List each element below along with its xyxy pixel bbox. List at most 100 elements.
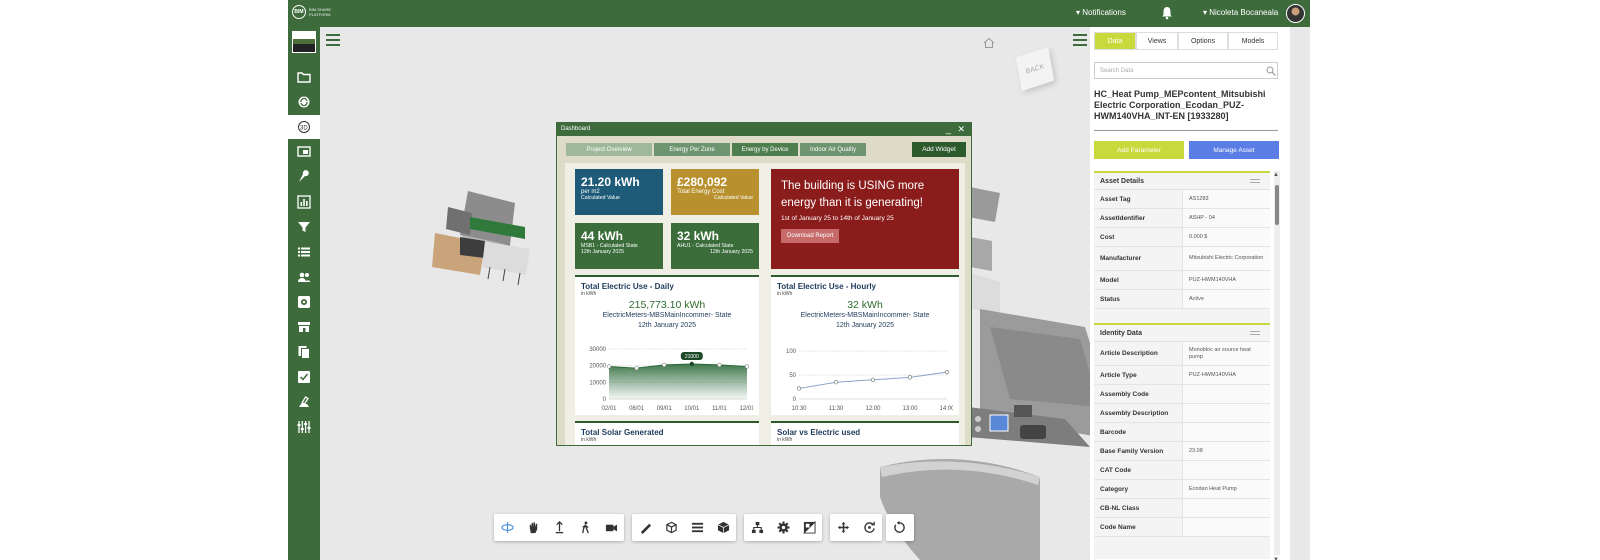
properties-tool[interactable] — [796, 514, 822, 541]
search-icon[interactable] — [1266, 66, 1276, 76]
collapse-icon[interactable] — [1250, 331, 1260, 335]
property-row[interactable]: Article Type PUZ-HWM140VHA — [1094, 366, 1270, 385]
model-browser-tool[interactable] — [744, 514, 770, 541]
brand-logo[interactable]: BIM BIM SHARE PLATFORM — [292, 5, 345, 19]
rotate-tool[interactable] — [856, 514, 882, 541]
notifications-menu[interactable]: ▾ Notifications — [1076, 8, 1126, 17]
measure-tool[interactable] — [632, 514, 658, 541]
svg-text:3D: 3D — [300, 126, 308, 132]
tab-views[interactable]: Views — [1136, 32, 1178, 50]
property-row[interactable]: Cost 0.000 $ — [1094, 228, 1270, 247]
asset-details-header[interactable]: Asset Details — [1094, 173, 1270, 190]
sidebar-item-settings[interactable] — [288, 290, 320, 314]
sidebar-item-folder[interactable] — [288, 65, 320, 89]
tab-project-overview[interactable]: Project Overview — [565, 142, 653, 157]
property-row[interactable]: Status Active — [1094, 290, 1270, 309]
move-tool[interactable] — [830, 514, 856, 541]
tab-data[interactable]: Data — [1094, 32, 1136, 50]
scroll-up-icon[interactable]: ▲ — [1273, 172, 1279, 178]
orbit-tool[interactable] — [494, 514, 520, 541]
data-point[interactable] — [606, 364, 612, 369]
manage-asset-button[interactable]: Manage Asset — [1189, 141, 1279, 159]
highlighted-point[interactable] — [689, 361, 694, 367]
walk-icon — [581, 521, 589, 534]
add-widget-button[interactable]: Add Widget — [912, 142, 966, 157]
sidebar-item-tasks[interactable] — [288, 365, 320, 389]
property-row[interactable]: CB-NL Class — [1094, 499, 1270, 518]
sidebar-item-adjust[interactable] — [288, 415, 320, 439]
property-row[interactable]: Model PUZ-HWM140VHA — [1094, 271, 1270, 290]
download-report-button[interactable]: Download Report — [781, 229, 840, 243]
property-row[interactable]: Asset Tag AS1283 — [1094, 190, 1270, 209]
property-value: Monobloc air source heat pump — [1182, 342, 1270, 365]
sidebar-item-store[interactable] — [288, 315, 320, 339]
property-row[interactable]: Barcode — [1094, 423, 1270, 442]
camera-tool[interactable] — [598, 514, 624, 541]
collapse-icon[interactable] — [1250, 179, 1260, 183]
scrollbar-thumb[interactable] — [1275, 185, 1279, 225]
window-controls[interactable]: _ ✕ — [946, 124, 967, 135]
data-point[interactable] — [796, 386, 802, 391]
project-thumbnail[interactable] — [292, 31, 316, 53]
x-tick-label: 11:30 — [829, 406, 844, 411]
property-row[interactable]: AssetIdentifier ASHP - 04 — [1094, 209, 1270, 228]
data-point[interactable] — [833, 380, 839, 385]
y-tick-label: 30000 — [589, 347, 606, 353]
tab-energy-by-device[interactable]: Energy by Device — [731, 142, 799, 157]
sidebar-item-documents[interactable] — [288, 340, 320, 364]
tab-indoor-air-quality[interactable]: Indoor Air Quality — [799, 142, 867, 157]
x-tick-label: 09/01 — [657, 406, 673, 411]
zoom-tool[interactable] — [546, 514, 572, 541]
property-key: AssetIdentifier — [1094, 209, 1182, 227]
property-row[interactable]: Base Family Version 23.08 — [1094, 442, 1270, 461]
tab-energy-per-zone[interactable]: Energy Per Zone — [653, 142, 731, 157]
tab-options[interactable]: Options — [1178, 32, 1228, 50]
property-row[interactable]: Assembly Code — [1094, 385, 1270, 404]
data-point[interactable] — [717, 362, 722, 367]
data-point[interactable] — [907, 375, 913, 380]
property-row[interactable]: Article Description Monobloc air source h… — [1094, 342, 1270, 366]
data-point[interactable] — [870, 377, 876, 382]
avatar[interactable] — [1286, 4, 1305, 23]
property-row[interactable]: Assembly Description — [1094, 404, 1270, 423]
identity-data-header[interactable]: Identity Data — [1094, 325, 1270, 342]
tile-ahu1-state[interactable]: 32 kWh AHU1 - Calculated State 12th Janu… — [671, 223, 759, 269]
add-parameter-button[interactable]: Add Parameter — [1094, 141, 1184, 159]
sidebar-item-users[interactable] — [288, 265, 320, 289]
sidebar-item-sync[interactable] — [288, 90, 320, 114]
sidebar-item-3d[interactable]: 3D — [288, 115, 320, 139]
sidebar-item-inspect[interactable] — [288, 390, 320, 414]
tab-models[interactable]: Models — [1228, 32, 1278, 50]
explode-tool[interactable] — [684, 514, 710, 541]
model-tool[interactable] — [710, 514, 736, 541]
tile-total-energy-cost[interactable]: £280,092 Total Energy Cost Calculated Va… — [671, 169, 759, 215]
user-menu[interactable]: ▾ Nicoleta Bocaneala — [1203, 8, 1278, 17]
menu-icon-left[interactable] — [326, 34, 340, 46]
sidebar-item-viewer[interactable] — [288, 140, 320, 164]
data-point[interactable] — [944, 370, 950, 375]
home-icon[interactable] — [983, 37, 995, 49]
property-value: ASHP - 04 — [1182, 209, 1270, 227]
pan-tool[interactable] — [520, 514, 546, 541]
sidebar-item-list[interactable] — [288, 240, 320, 264]
sidebar-item-tools[interactable] — [288, 165, 320, 189]
data-point[interactable] — [744, 364, 750, 369]
property-row[interactable]: CAT Code — [1094, 461, 1270, 480]
bell-icon[interactable] — [1160, 6, 1174, 20]
scrollbar[interactable] — [1274, 171, 1280, 555]
tile-msb1-state[interactable]: 44 kWh MSB1 - Calculated State 12th Janu… — [575, 223, 663, 269]
sidebar-item-reports[interactable] — [288, 190, 320, 214]
settings-tool[interactable] — [770, 514, 796, 541]
sidebar-item-filter[interactable] — [288, 215, 320, 239]
data-point[interactable] — [662, 362, 667, 367]
section-tool[interactable] — [658, 514, 684, 541]
reset-tool[interactable] — [886, 514, 912, 541]
property-row[interactable]: Code Name — [1094, 518, 1270, 537]
menu-icon-right[interactable] — [1073, 34, 1087, 46]
data-point[interactable] — [634, 366, 639, 371]
property-row[interactable]: Category Ecodan Heat Pump — [1094, 480, 1270, 499]
search-input[interactable]: Search Data — [1094, 62, 1278, 79]
tile-energy-per-m2[interactable]: 21.20 kWh per m2 Calculated Value — [575, 169, 663, 215]
property-row[interactable]: Manufacturer Mitsubishi Electric Corporat… — [1094, 247, 1270, 271]
walk-tool[interactable] — [572, 514, 598, 541]
